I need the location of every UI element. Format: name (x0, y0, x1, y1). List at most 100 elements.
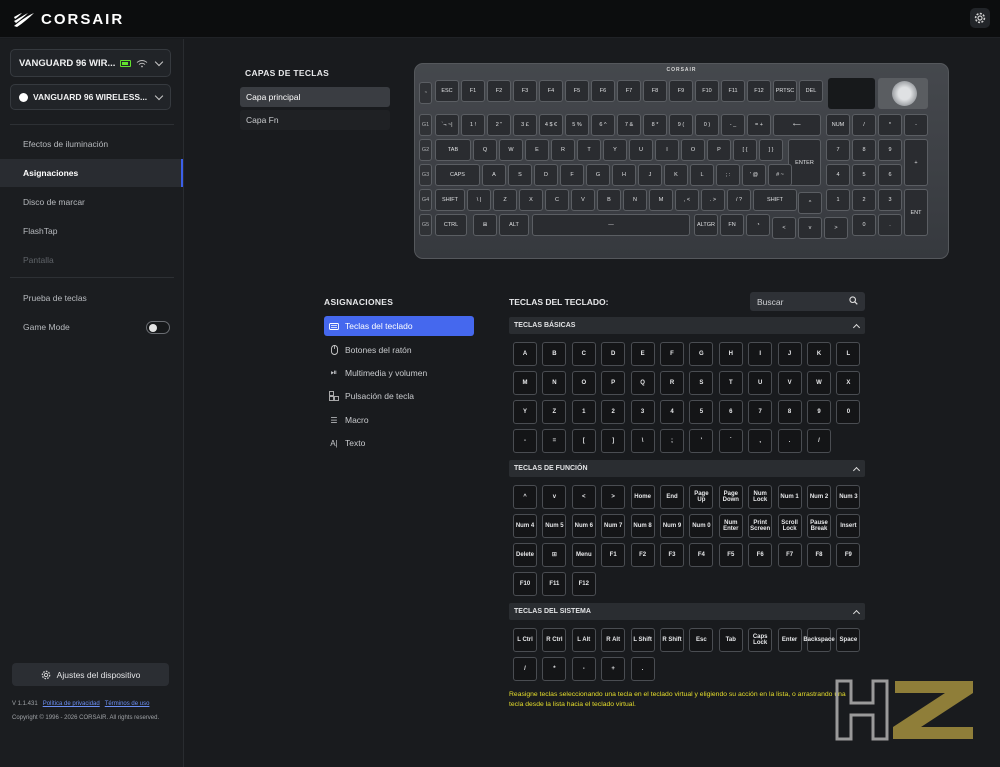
key-option[interactable]: / (807, 429, 831, 453)
key-option[interactable]: L Shift (630, 628, 655, 652)
keyboard-key[interactable]: F6 (591, 80, 615, 102)
key-option[interactable]: Y (513, 400, 537, 424)
keyboard-key[interactable]: 3 (878, 189, 902, 211)
keyboard-key[interactable]: > (824, 217, 848, 239)
key-option[interactable]: Page Down (718, 485, 743, 509)
chevron-left-icon[interactable]: < (571, 485, 596, 509)
keyboard-key[interactable]: J (638, 164, 662, 186)
key-option[interactable]: U (748, 371, 773, 395)
keyboard-key[interactable]: 1 (826, 189, 850, 211)
keyboard-key[interactable]: T (577, 139, 601, 161)
keyboard-key[interactable]: 7 & (617, 114, 641, 136)
category-basic-keys[interactable]: TECLAS BÁSICAS (509, 317, 865, 334)
keyboard-key[interactable]: N (623, 189, 647, 211)
key-option[interactable]: Num Lock (748, 485, 773, 509)
key-option[interactable]: * (542, 657, 567, 681)
keyboard-key[interactable]: G3 (419, 164, 432, 186)
key-option[interactable]: Scroll Lock (777, 514, 802, 538)
keyboard-key[interactable]: B (597, 189, 621, 211)
keyboard-key[interactable]: G1 (419, 114, 432, 136)
key-option[interactable]: H (718, 342, 743, 366)
keyboard-key[interactable]: ] } (759, 139, 783, 161)
keyboard-key[interactable]: F8 (643, 80, 667, 102)
keyboard-key[interactable]: Q (473, 139, 497, 161)
key-option[interactable]: R Ctrl (542, 628, 567, 652)
keyboard-key[interactable]: ENT (904, 189, 928, 236)
menu-media-volume[interactable]: ⏯ Multimedia y volumen (324, 363, 474, 383)
keyboard-key[interactable]: F1 (461, 80, 485, 102)
key-option[interactable]: Num 5 (542, 514, 567, 538)
layer-fn[interactable]: Capa Fn (240, 110, 390, 130)
key-option[interactable]: F5 (718, 543, 743, 567)
key-option[interactable]: T (718, 371, 743, 395)
keyboard-key[interactable]: V (571, 189, 595, 211)
keyboard-key[interactable]: SHIFT (435, 189, 465, 211)
key-option[interactable]: Num 4 (513, 514, 537, 538)
keyboard-key[interactable]: v (798, 217, 822, 239)
keyboard-key[interactable]: 3 £ (513, 114, 537, 136)
keyboard-key[interactable]: X (519, 189, 543, 211)
keyboard-key[interactable]: ESC (435, 80, 459, 102)
keyboard-key[interactable]: G4 (419, 189, 432, 211)
key-option[interactable]: 8 (777, 400, 802, 424)
key-option[interactable]: = (542, 429, 567, 453)
keyboard-key[interactable]: NUM (826, 114, 850, 136)
keyboard-key[interactable]: W (499, 139, 523, 161)
key-option[interactable]: 0 (836, 400, 861, 424)
category-function-keys[interactable]: TECLAS DE FUNCIÓN (509, 460, 865, 477)
keyboard-key[interactable]: 2 (852, 189, 876, 211)
keyboard-key[interactable]: ALT (499, 214, 529, 236)
keyboard-key[interactable]: 0 ) (695, 114, 719, 136)
keyboard-key[interactable]: / ? (727, 189, 751, 211)
keyboard-key[interactable]: A (482, 164, 506, 186)
device-selector[interactable]: VANGUARD 96 WIR... (10, 49, 171, 77)
key-option[interactable]: X (836, 371, 861, 395)
key-option[interactable]: + (601, 657, 626, 681)
keyboard-key[interactable]: 1 ! (461, 114, 485, 136)
gear-icon[interactable] (970, 8, 990, 28)
key-option[interactable]: Page Up (689, 485, 714, 509)
key-option[interactable]: S (689, 371, 714, 395)
key-option[interactable]: Num 9 (660, 514, 684, 538)
keyboard-key[interactable]: F5 (565, 80, 589, 102)
key-option[interactable]: Num 2 (807, 485, 831, 509)
key-option[interactable]: Num 6 (571, 514, 596, 538)
keyboard-key[interactable]: TAB (435, 139, 471, 161)
menu-text[interactable]: A| Texto (324, 433, 474, 453)
sidebar-item-key-test[interactable]: Prueba de teclas (0, 284, 183, 312)
key-option[interactable]: Delete (513, 543, 537, 567)
keyboard-key[interactable]: — (532, 214, 690, 236)
key-option[interactable]: Num 1 (777, 485, 802, 509)
keyboard-key[interactable]: 7 (826, 139, 850, 161)
keyboard-key[interactable]: 0 (852, 214, 876, 236)
key-option[interactable]: End (660, 485, 684, 509)
keyboard-key[interactable]: K (664, 164, 688, 186)
device-settings-button[interactable]: Ajustes del dispositivo (12, 663, 169, 686)
chevron-right-icon[interactable]: > (601, 485, 626, 509)
keyboard-profile-icon[interactable]: ◔ (419, 82, 432, 104)
key-option[interactable]: I (748, 342, 773, 366)
keyboard-key[interactable]: I (655, 139, 679, 161)
key-option[interactable]: F7 (777, 543, 802, 567)
key-option[interactable]: \ (630, 429, 655, 453)
key-option[interactable]: C (571, 342, 596, 366)
keyboard-key[interactable]: . > (701, 189, 725, 211)
keyboard-key[interactable]: F (560, 164, 584, 186)
key-option[interactable]: 7 (748, 400, 773, 424)
key-option[interactable]: F2 (630, 543, 655, 567)
key-option[interactable]: Tab (718, 628, 743, 652)
keyboard-key[interactable]: # ~ (768, 164, 792, 186)
key-option[interactable]: 9 (807, 400, 831, 424)
keyboard-dial[interactable] (878, 78, 928, 109)
key-option[interactable]: Num 7 (601, 514, 626, 538)
key-option[interactable]: Esc (689, 628, 714, 652)
key-option[interactable]: R (660, 371, 684, 395)
key-option[interactable]: G (689, 342, 714, 366)
keyboard-key[interactable]: L (690, 164, 714, 186)
keyboard-key[interactable]: ' @ (742, 164, 766, 186)
keyboard-key[interactable]: 9 ( (669, 114, 693, 136)
keyboard-key[interactable]: P (707, 139, 731, 161)
key-option[interactable]: ` (718, 429, 743, 453)
menu-mouse-buttons[interactable]: Botones del ratón (324, 340, 474, 360)
key-option[interactable]: 2 (601, 400, 626, 424)
